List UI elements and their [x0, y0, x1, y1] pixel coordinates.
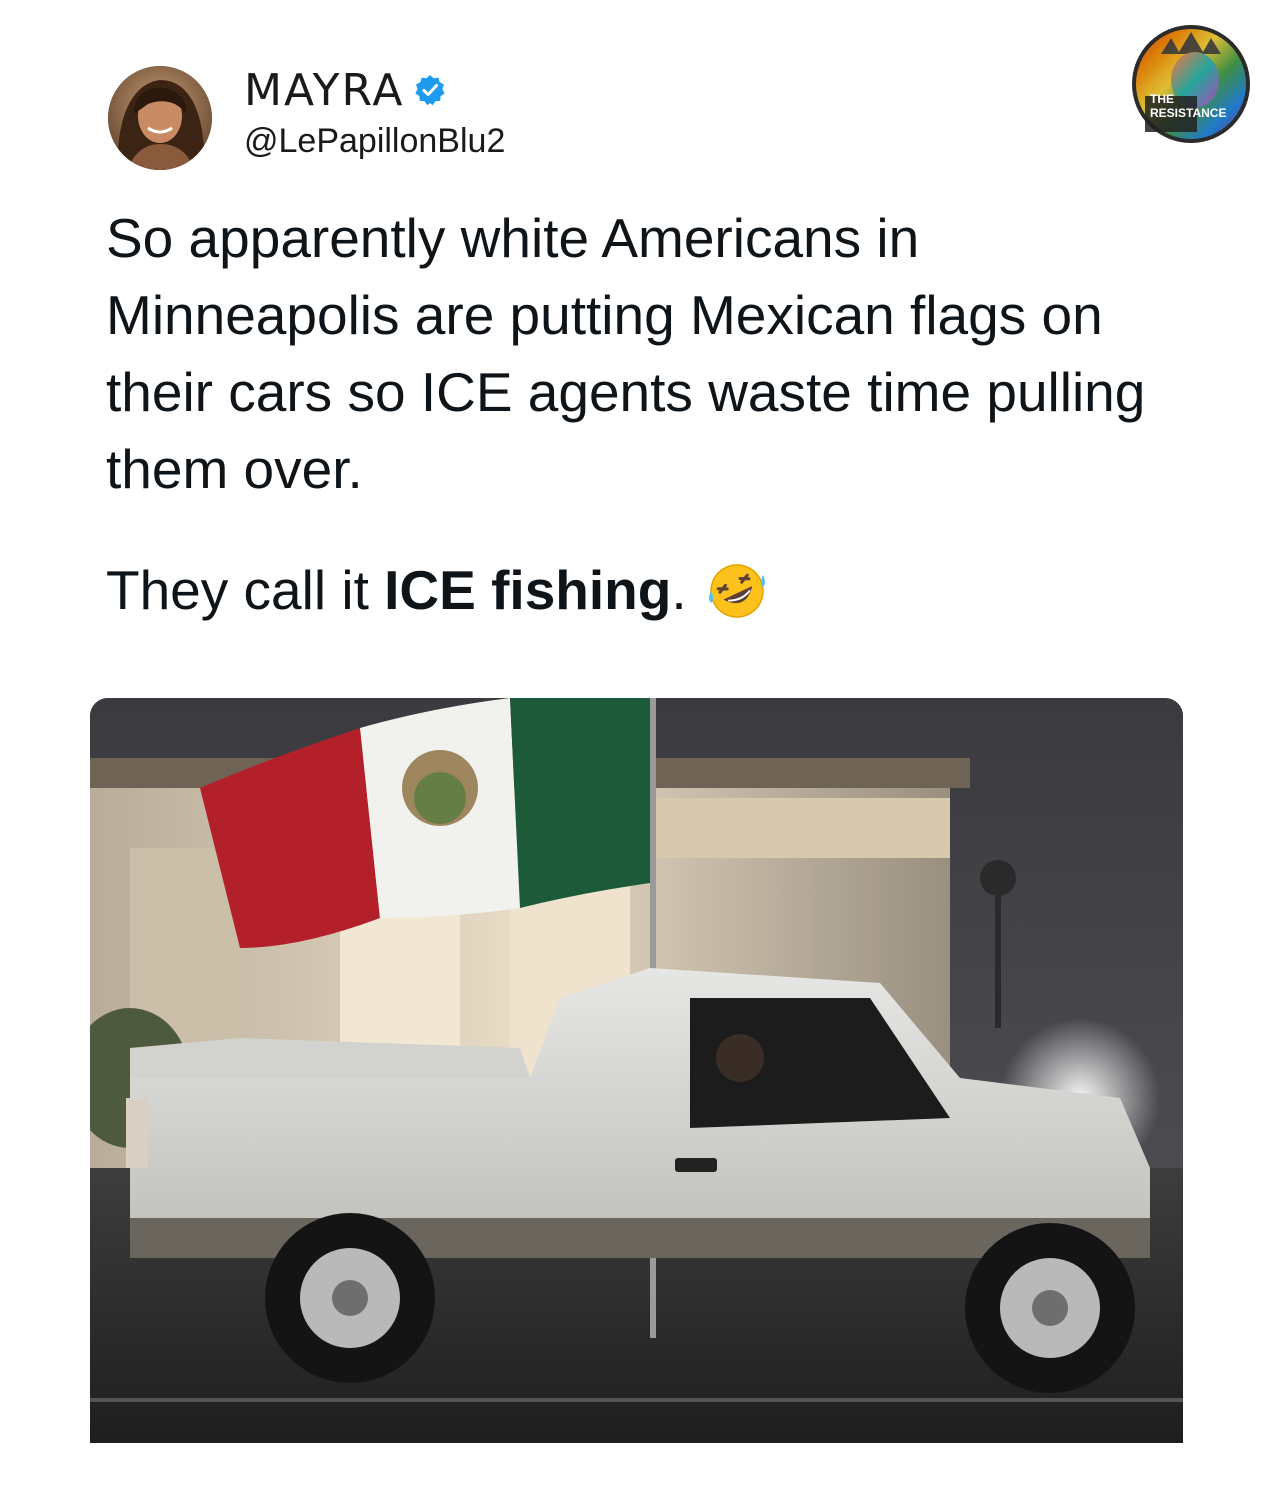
- author-block: MAYRA @LePapillonBlu2: [244, 64, 505, 161]
- handle[interactable]: @LePapillonBlu2: [244, 122, 505, 161]
- badge-text: THE RESISTANCE: [1150, 92, 1226, 120]
- tagline-prefix: They call it: [106, 559, 385, 621]
- resistance-badge-icon: [1131, 24, 1251, 144]
- tagline-suffix: .: [671, 559, 687, 621]
- avatar[interactable]: [108, 66, 212, 170]
- name-row: MAYRA: [244, 64, 505, 116]
- verified-badge-icon: [414, 74, 446, 106]
- badge-line1: THE: [1150, 92, 1174, 106]
- badge-line2: RESISTANCE: [1150, 106, 1227, 120]
- tweet-text: So apparently white Americans in Minneap…: [106, 207, 1146, 500]
- rolling-laughing-emoji-icon: [707, 561, 767, 621]
- avatar-image: [108, 66, 212, 170]
- tweet-photo[interactable]: [90, 698, 1183, 1443]
- tagline-bold: ICE fishing: [384, 559, 672, 621]
- display-name[interactable]: MAYRA: [244, 65, 404, 116]
- tweet-tagline: They call it ICE fishing .: [106, 552, 767, 629]
- truck-flag-photo-image: [90, 698, 1183, 1443]
